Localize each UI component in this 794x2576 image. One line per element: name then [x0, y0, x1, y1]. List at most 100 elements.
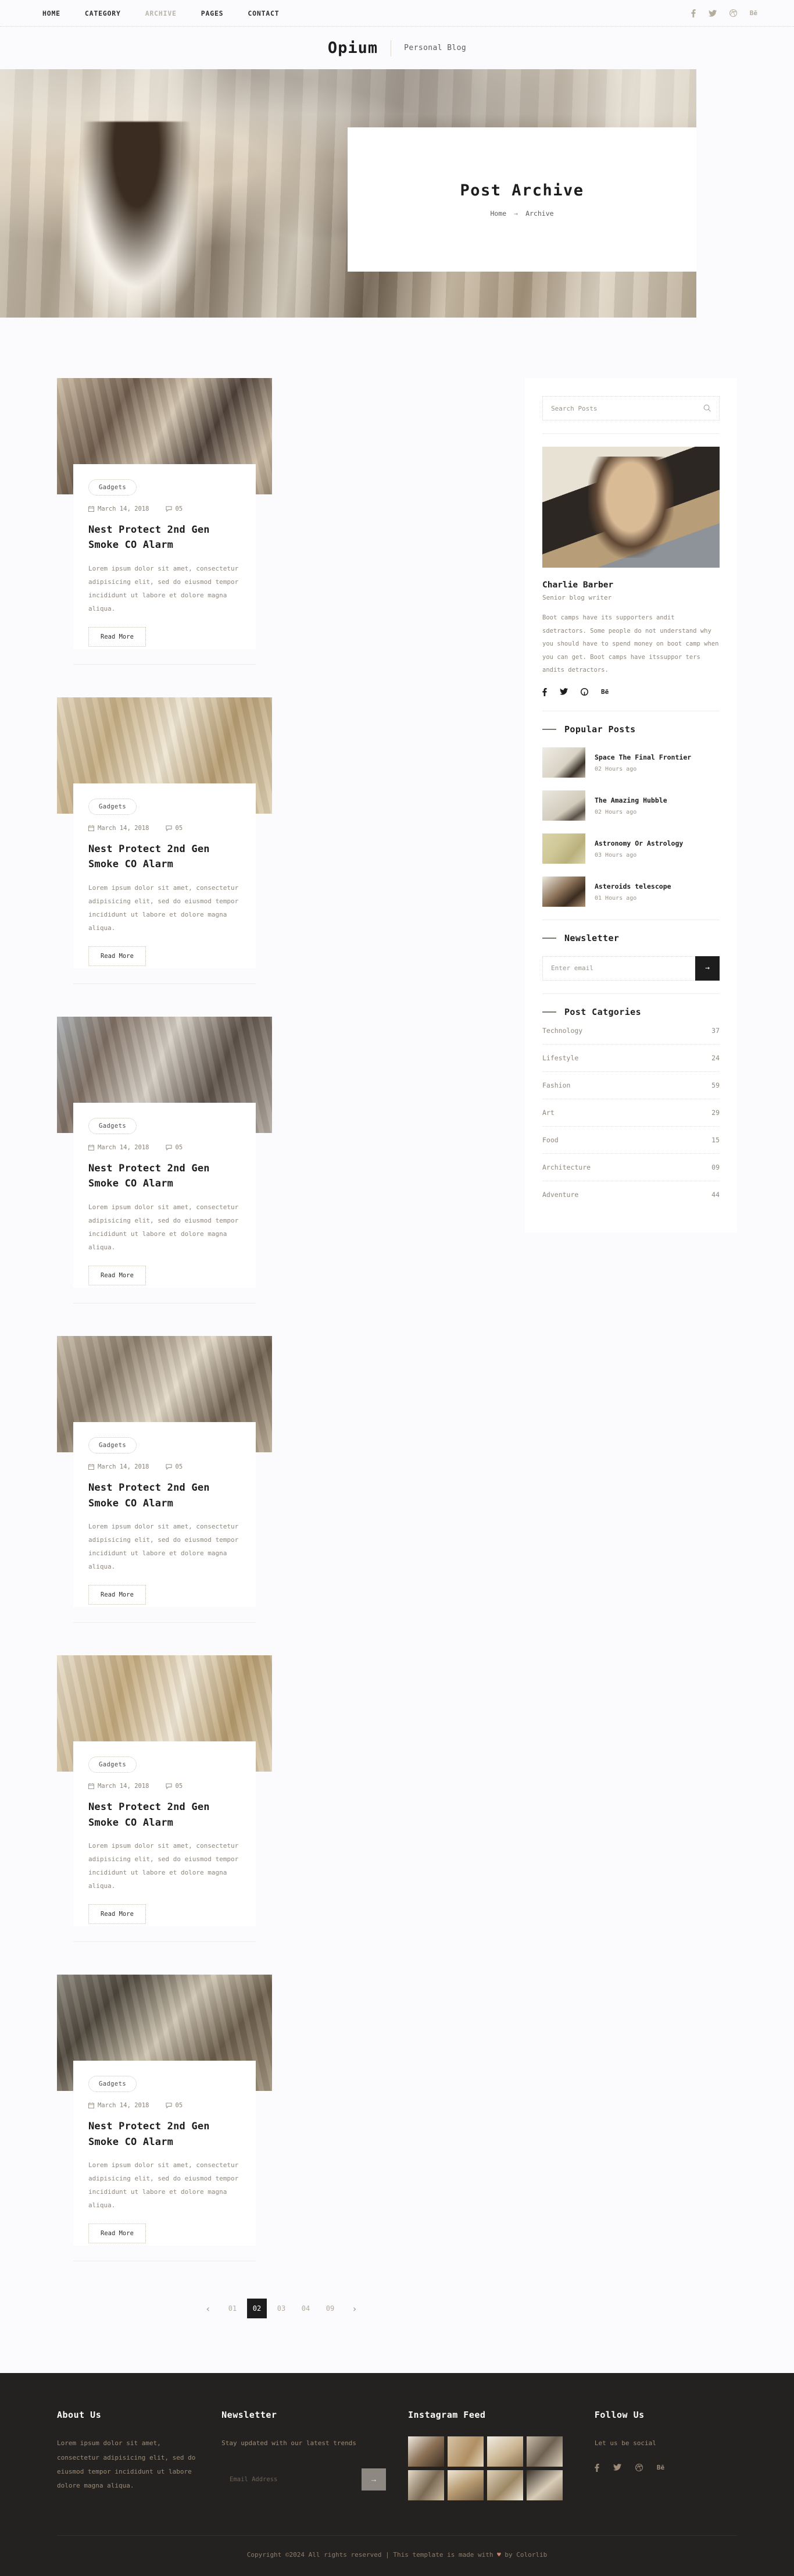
category-row[interactable]: Technology 37 [542, 1017, 720, 1045]
instagram-thumbnail[interactable] [527, 2436, 563, 2467]
pagination-next[interactable]: › [345, 2299, 364, 2318]
category-row[interactable]: Fashion 59 [542, 1072, 720, 1099]
pagination-page-9[interactable]: 09 [320, 2299, 340, 2318]
post-meta: March 14, 2018 05 [88, 2102, 241, 2109]
instagram-thumbnail[interactable] [527, 2470, 563, 2501]
popular-post-item[interactable]: Asteroids telescope 01 Hours ago [542, 876, 720, 907]
nav-item-archive[interactable]: ARCHIVE [145, 9, 177, 17]
instagram-thumbnail[interactable] [408, 2470, 444, 2501]
footer-email-input[interactable] [221, 2468, 362, 2491]
instagram-thumbnail[interactable] [487, 2436, 523, 2467]
post-category-badge[interactable]: Gadgets [88, 1437, 137, 1454]
read-more-button[interactable]: Read More [88, 627, 146, 647]
post-card[interactable]: Gadgets March 14, 2018 05 Nest Protect 2… [57, 1975, 272, 2262]
category-row[interactable]: Architecture 09 [542, 1154, 720, 1181]
pagination-page-1[interactable]: 01 [223, 2299, 242, 2318]
read-more-button[interactable]: Read More [88, 1904, 146, 1925]
post-excerpt: Lorem ipsum dolor sit amet, consectetur … [88, 883, 239, 932]
post-date: March 14, 2018 [88, 2102, 149, 2109]
facebook-icon[interactable] [595, 2463, 599, 2474]
instagram-thumbnail[interactable] [448, 2436, 484, 2467]
pagination-page-4[interactable]: 04 [296, 2299, 316, 2318]
twitter-icon[interactable] [613, 2463, 621, 2474]
popular-post-item[interactable]: Astronomy Or Astrology 03 Hours ago [542, 833, 720, 864]
breadcrumb-home[interactable]: Home [490, 209, 506, 218]
post-title[interactable]: Nest Protect 2nd Gen Smoke CO Alarm [88, 1800, 241, 1830]
read-more-button[interactable]: Read More [88, 946, 146, 967]
newsletter-submit-button[interactable]: → [695, 956, 720, 981]
post-divider [73, 1622, 256, 1623]
category-row[interactable]: Food 15 [542, 1127, 720, 1154]
newsletter-email-input[interactable] [542, 956, 695, 981]
twitter-icon[interactable] [560, 687, 568, 698]
popular-post-time: 02 Hours ago [595, 765, 637, 772]
twitter-icon[interactable] [708, 9, 717, 17]
read-more-button[interactable]: Read More [88, 1266, 146, 1286]
post-card[interactable]: Gadgets March 14, 2018 05 Nest Protect 2… [57, 1017, 272, 1304]
facebook-icon[interactable] [542, 687, 547, 698]
popular-post-title[interactable]: The Amazing Hubble [595, 796, 667, 806]
post-divider [73, 664, 256, 665]
post-title[interactable]: Nest Protect 2nd Gen Smoke CO Alarm [88, 842, 241, 872]
category-row[interactable]: Lifestyle 24 [542, 1045, 720, 1072]
popular-post-item[interactable]: Space The Final Frontier 02 Hours ago [542, 747, 720, 778]
instagram-thumbnail[interactable] [448, 2470, 484, 2501]
read-more-button[interactable]: Read More [88, 2224, 146, 2244]
popular-post-time: 02 Hours ago [595, 808, 637, 815]
behance-icon[interactable]: Bē [750, 9, 757, 17]
facebook-icon[interactable] [691, 9, 696, 17]
search-widget[interactable] [542, 396, 720, 421]
behance-icon[interactable]: Bē [657, 2464, 664, 2474]
site-logo[interactable]: Opium [328, 39, 378, 57]
dribbble-icon[interactable] [729, 9, 737, 17]
post-title[interactable]: Nest Protect 2nd Gen Smoke CO Alarm [88, 1480, 241, 1511]
category-label: Adventure [542, 1190, 579, 1199]
post-title[interactable]: Nest Protect 2nd Gen Smoke CO Alarm [88, 2119, 241, 2150]
post-title[interactable]: Nest Protect 2nd Gen Smoke CO Alarm [88, 1161, 241, 1192]
popular-post-item[interactable]: The Amazing Hubble 02 Hours ago [542, 790, 720, 821]
pagination-prev[interactable]: ‹ [198, 2299, 218, 2318]
post-category-badge[interactable]: Gadgets [88, 1118, 137, 1135]
post-category-badge[interactable]: Gadgets [88, 1756, 137, 1773]
pagination-page-2[interactable]: 02 [247, 2299, 267, 2319]
post-card[interactable]: Gadgets March 14, 2018 05 Nest Protect 2… [57, 1336, 272, 1623]
footer-newsletter-submit-button[interactable]: → [362, 2468, 386, 2491]
footer-follow-title: Follow Us [594, 2410, 645, 2421]
post-card[interactable]: Gadgets March 14, 2018 05 Nest Protect 2… [57, 697, 272, 985]
category-label: Fashion [542, 1081, 571, 1089]
post-card[interactable]: Gadgets March 14, 2018 05 Nest Protect 2… [57, 378, 272, 665]
post-title[interactable]: Nest Protect 2nd Gen Smoke CO Alarm [88, 522, 241, 553]
popular-post-thumbnail [542, 747, 585, 778]
post-card[interactable]: Gadgets March 14, 2018 05 Nest Protect 2… [57, 1655, 272, 1943]
footer-follow-column: Follow Us Let us be social Bē [595, 2410, 737, 2500]
post-date: March 14, 2018 [88, 825, 149, 832]
post-category-badge[interactable]: Gadgets [88, 479, 137, 496]
nav-item-home[interactable]: HOME [42, 9, 60, 17]
author-photo [542, 447, 720, 568]
category-row[interactable]: Adventure 44 [542, 1181, 720, 1208]
category-label: Architecture [542, 1163, 591, 1171]
search-input[interactable] [551, 404, 703, 412]
nav-item-contact[interactable]: CONTACT [248, 9, 279, 17]
arrow-right-icon: → [514, 209, 518, 218]
popular-post-title[interactable]: Asteroids telescope [595, 882, 671, 892]
nav-item-category[interactable]: CATEGORY [85, 9, 121, 17]
category-label: Food [542, 1135, 559, 1144]
page-title: Post Archive [460, 181, 584, 199]
popular-post-title[interactable]: Astronomy Or Astrology [595, 839, 683, 849]
behance-icon[interactable]: Bē [601, 688, 609, 698]
nav-item-pages[interactable]: PAGES [201, 9, 224, 17]
pagination-page-3[interactable]: 03 [271, 2299, 291, 2318]
search-icon[interactable] [703, 403, 711, 414]
github-icon[interactable] [581, 687, 588, 698]
post-category-badge[interactable]: Gadgets [88, 799, 137, 815]
read-more-button[interactable]: Read More [88, 1585, 146, 1605]
instagram-thumbnail[interactable] [487, 2470, 523, 2501]
instagram-thumbnail[interactable] [408, 2436, 444, 2467]
dribbble-icon[interactable] [635, 2463, 643, 2474]
post-category-badge[interactable]: Gadgets [88, 2076, 137, 2093]
popular-post-title[interactable]: Space The Final Frontier [595, 753, 691, 763]
footer-instagram-column: Instagram Feed [408, 2410, 573, 2501]
category-row[interactable]: Art 29 [542, 1099, 720, 1127]
post-body: Gadgets March 14, 2018 05 Nest Protect 2… [73, 1741, 256, 1927]
